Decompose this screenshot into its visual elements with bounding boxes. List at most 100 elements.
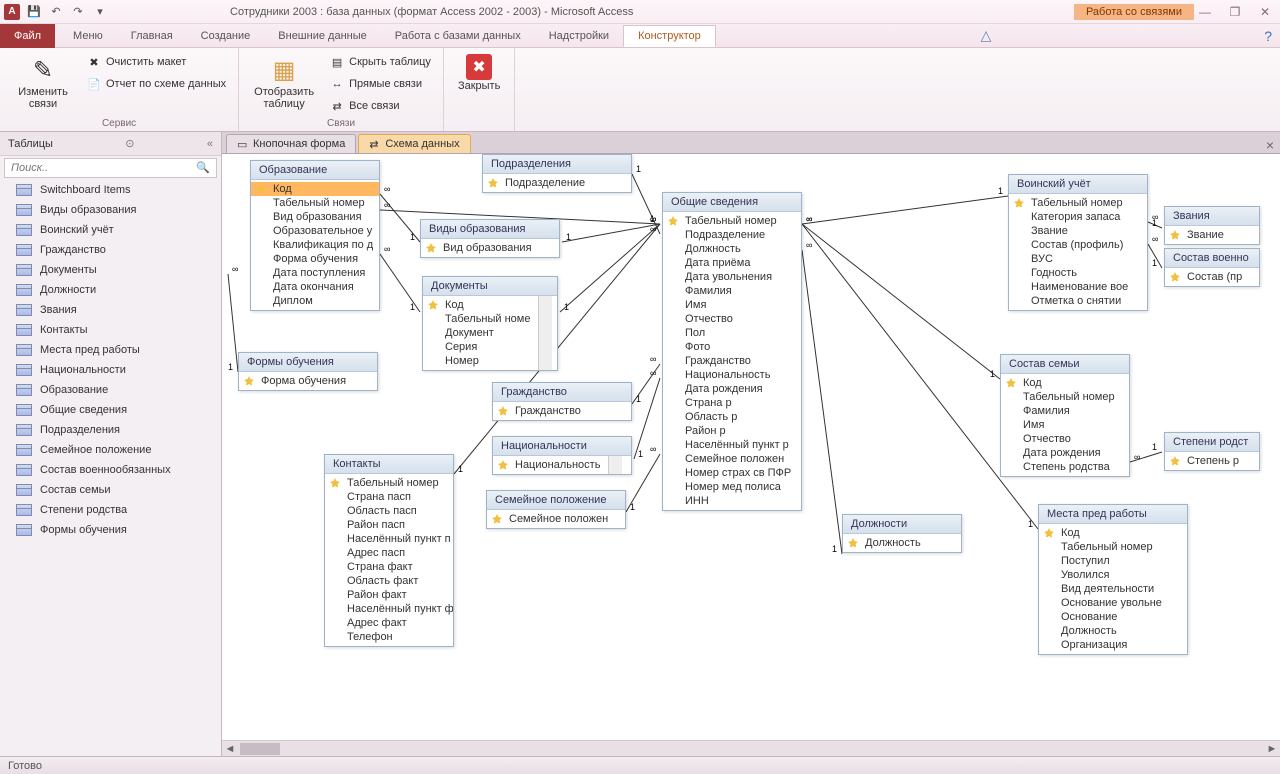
field[interactable]: Номер страх св ПФР — [663, 466, 801, 480]
entity-formy[interactable]: Формы обучения Форма обучения — [238, 352, 378, 391]
nav-item[interactable]: Виды образования — [0, 200, 221, 220]
entity-title[interactable]: Звания — [1165, 207, 1259, 226]
undo-icon[interactable]: ↶ — [46, 2, 66, 22]
ribbon-min-icon[interactable]: △ — [981, 27, 992, 44]
field[interactable]: Табельный номер — [251, 196, 379, 210]
all-relations-button[interactable]: ⇄Все связи — [325, 96, 435, 116]
field[interactable]: ИНН — [663, 494, 801, 508]
entity-title[interactable]: Образование — [251, 161, 379, 180]
qat-dropdown-icon[interactable]: ▾ — [90, 2, 110, 22]
field[interactable]: Номер мед полиса — [663, 480, 801, 494]
nav-item[interactable]: Семейное положение — [0, 440, 221, 460]
field[interactable]: Должность — [843, 536, 961, 550]
field[interactable]: Национальность — [663, 368, 801, 382]
entity-title[interactable]: Формы обучения — [239, 353, 377, 372]
entity-vidy[interactable]: Виды образованияВид образования — [420, 219, 560, 258]
tab-schema[interactable]: ⇄Схема данных — [358, 134, 470, 153]
field[interactable]: Наименование вое — [1009, 280, 1147, 294]
field[interactable]: Основание увольне — [1039, 596, 1187, 610]
scroll-left-icon[interactable]: ◄ — [222, 743, 238, 755]
field[interactable]: Степень родства — [1001, 460, 1129, 474]
field[interactable]: Имя — [663, 298, 801, 312]
nav-item[interactable]: Воинский учёт — [0, 220, 221, 240]
nav-item[interactable]: Формы обучения — [0, 520, 221, 540]
field[interactable]: Серия — [423, 340, 538, 354]
entity-stepeni[interactable]: Степени родстСтепень р — [1164, 432, 1260, 471]
field[interactable]: Звание — [1009, 224, 1147, 238]
field[interactable]: Гражданство — [493, 404, 631, 418]
entity-semeinoe[interactable]: Семейное положение Семейное положен — [486, 490, 626, 529]
entity-zvaniya[interactable]: ЗванияЗвание — [1164, 206, 1260, 245]
entity-title[interactable]: Документы — [423, 277, 557, 296]
nav-item[interactable]: Switchboard Items — [0, 180, 221, 200]
close-icon[interactable]: ✕ — [1254, 3, 1276, 21]
field[interactable]: Подразделение — [663, 228, 801, 242]
entity-voinskiy[interactable]: Воинский учётТабельный номерКатегория за… — [1008, 174, 1148, 311]
menu-tab[interactable]: Меню — [59, 26, 117, 46]
field[interactable]: Должность — [663, 242, 801, 256]
field[interactable]: Отметка о снятии — [1009, 294, 1147, 308]
field[interactable]: Населённый пункт п — [325, 532, 453, 546]
entity-obrazovanie[interactable]: Образование КодТабельный номерВид образов… — [250, 160, 380, 311]
horizontal-scrollbar[interactable]: ◄ ► — [222, 740, 1280, 756]
field[interactable]: Форма обучения — [239, 374, 377, 388]
entity-title[interactable]: Подразделения — [483, 155, 631, 174]
field[interactable]: Должность — [1039, 624, 1187, 638]
nav-item[interactable]: Подразделения — [0, 420, 221, 440]
nav-item[interactable]: Контакты — [0, 320, 221, 340]
field[interactable]: Дата поступления — [251, 266, 379, 280]
clear-layout-button[interactable]: ✖Очистить макет — [82, 52, 230, 72]
collapse-icon[interactable]: « — [207, 138, 213, 150]
entity-title[interactable]: Семейное положение — [487, 491, 625, 510]
field[interactable]: Национальность — [493, 458, 608, 472]
search-input[interactable] — [5, 159, 190, 177]
scroll-thumb[interactable] — [240, 743, 280, 755]
menu-tab[interactable]: Главная — [117, 26, 187, 46]
nav-item[interactable]: Образование — [0, 380, 221, 400]
direct-relations-button[interactable]: ↔Прямые связи — [325, 74, 435, 94]
field[interactable]: Семейное положен — [487, 512, 625, 526]
nav-search[interactable]: 🔍 — [4, 158, 217, 178]
schema-report-button[interactable]: 📄Отчет по схеме данных — [82, 74, 230, 94]
nav-item[interactable]: Документы — [0, 260, 221, 280]
field[interactable]: Подразделение — [483, 176, 631, 190]
field[interactable]: Табельный номер — [1009, 196, 1147, 210]
field[interactable]: Образовательное у — [251, 224, 379, 238]
field[interactable]: Телефон — [325, 630, 453, 644]
entity-natsionalnosti[interactable]: НациональностиНациональность — [492, 436, 632, 475]
tab-form[interactable]: ▭Кнопочная форма — [226, 134, 356, 153]
field[interactable]: Основание — [1039, 610, 1187, 624]
menu-tab[interactable]: Надстройки — [535, 26, 623, 46]
field[interactable]: Имя — [1001, 418, 1129, 432]
field[interactable]: Страна р — [663, 396, 801, 410]
field[interactable]: Фамилия — [1001, 404, 1129, 418]
close-button[interactable]: ✖ Закрыть — [452, 52, 506, 116]
filter-icon[interactable]: ⊙ — [125, 137, 134, 150]
nav-item[interactable]: Места пред работы — [0, 340, 221, 360]
entity-podrazdeleniya[interactable]: Подразделения Подразделение — [482, 154, 632, 193]
field[interactable]: Адрес факт — [325, 616, 453, 630]
field[interactable]: Вид образования — [251, 210, 379, 224]
redo-icon[interactable]: ↷ — [68, 2, 88, 22]
field[interactable]: Страна пасп — [325, 490, 453, 504]
field[interactable]: Область р — [663, 410, 801, 424]
field[interactable]: Область пасп — [325, 504, 453, 518]
entity-grazhdanstvo[interactable]: Гражданство Гражданство — [492, 382, 632, 421]
field[interactable]: Код — [251, 182, 379, 196]
field[interactable]: Документ — [423, 326, 538, 340]
field[interactable]: Организация — [1039, 638, 1187, 652]
field[interactable]: Населённый пункт р — [663, 438, 801, 452]
entity-title[interactable]: Общие сведения — [663, 193, 801, 212]
field[interactable]: Фамилия — [663, 284, 801, 298]
field[interactable]: Квалификация по д — [251, 238, 379, 252]
field[interactable]: Поступил — [1039, 554, 1187, 568]
entity-title[interactable]: Гражданство — [493, 383, 631, 402]
field[interactable]: Дата увольнения — [663, 270, 801, 284]
edit-relations-button[interactable]: ✎ Изменить связи — [8, 52, 78, 116]
menu-tab[interactable]: Работа с базами данных — [381, 26, 535, 46]
field[interactable]: Код — [1001, 376, 1129, 390]
field[interactable]: Дата приёма — [663, 256, 801, 270]
field[interactable]: Состав (профиль) — [1009, 238, 1147, 252]
relationship-canvas[interactable]: ∞1∞1∞1∞11∞1∞1∞1∞1∞1∞1∞∞1∞1∞1∞1∞1∞1∞1 Обр… — [222, 154, 1280, 740]
nav-item[interactable]: Состав семьи — [0, 480, 221, 500]
